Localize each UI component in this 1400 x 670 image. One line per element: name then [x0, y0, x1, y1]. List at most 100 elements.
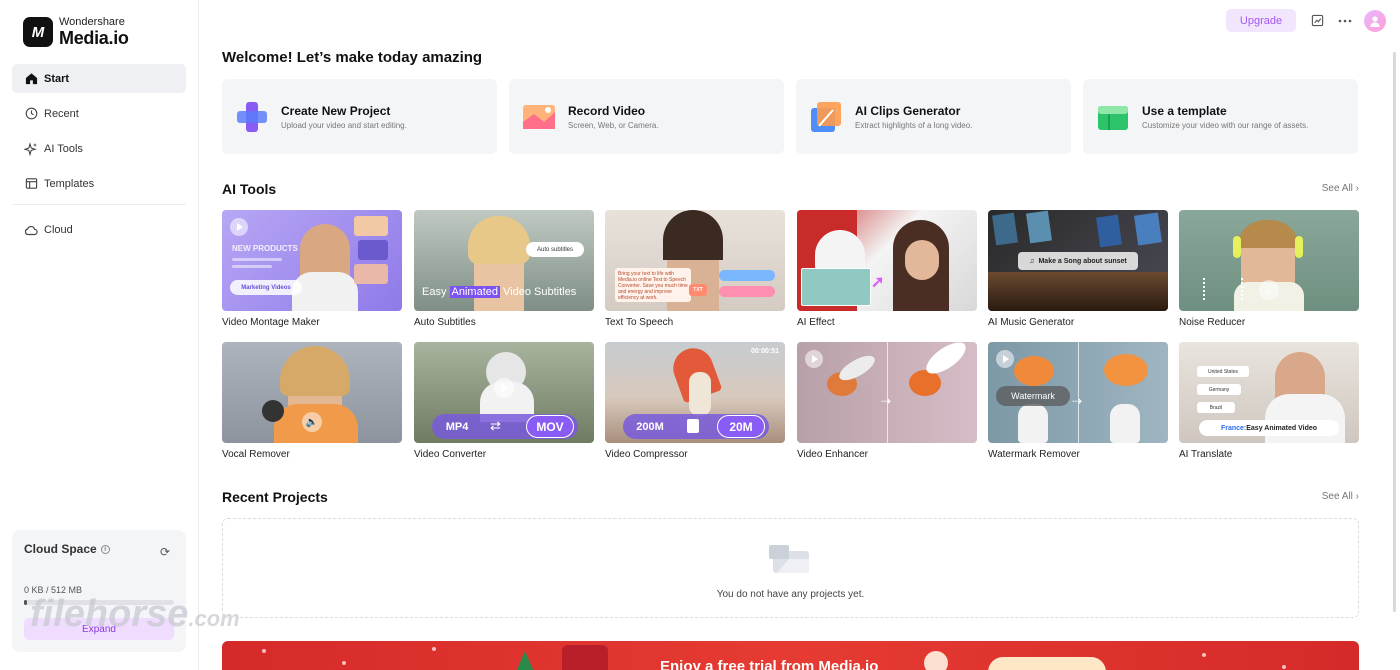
template-icon [24, 177, 38, 191]
tool-label: AI Effect [797, 317, 835, 328]
quick-action-title: Use a template [1142, 103, 1227, 118]
arrow-icon: ➚ [871, 274, 885, 291]
play-icon [996, 350, 1014, 368]
scrollbar[interactable] [1393, 52, 1396, 612]
record-video-card[interactable]: Record Video Screen, Web, or Camera. [509, 79, 784, 154]
tool-label: Video Montage Maker [222, 317, 320, 328]
quick-actions: Create New Project Upload your video and… [222, 79, 1358, 154]
empty-projects-text: You do not have any projects yet. [716, 589, 865, 600]
tool-thumbnail: ⌄ [1179, 210, 1359, 311]
tool-ai-music-generator[interactable]: ♫ Make a Song about sunset AI Music Gener… [988, 210, 1168, 328]
cloud-icon [24, 223, 38, 237]
home-icon [24, 72, 38, 86]
ai-tools-see-all-link[interactable]: See All › [1322, 183, 1359, 194]
template-icon [1096, 100, 1130, 134]
christmas-tree-icon [512, 651, 538, 670]
quick-action-title: Record Video [568, 103, 646, 118]
tool-vocal-remover[interactable]: 🔈 Vocal Remover [222, 342, 402, 460]
create-new-project-card[interactable]: Create New Project Upload your video and… [222, 79, 497, 154]
brand-bottom: Media.io [59, 28, 129, 48]
refresh-icon[interactable]: ⟳ [160, 545, 170, 559]
sidebar-item-label: Recent [44, 107, 79, 120]
cloud-space-title: Cloud Space [24, 542, 97, 556]
recent-projects-empty: You do not have any projects yet. [222, 518, 1359, 618]
tool-label: Video Enhancer [797, 449, 868, 460]
play-icon [230, 218, 248, 236]
tool-thumbnail: MP4 ⇄ MOV [414, 342, 594, 443]
tool-label: Auto Subtitles [414, 317, 476, 328]
sidebar-item-label: Cloud [44, 223, 73, 236]
tool-auto-subtitles[interactable]: Auto subtitles Easy Animated Video Subti… [414, 210, 594, 328]
tool-ai-translate[interactable]: United States Germany Brazil France: Eas… [1179, 342, 1359, 460]
sidebar-item-start[interactable]: Start [12, 64, 186, 93]
brand-logo[interactable]: M Wondershare Media.io [23, 17, 129, 47]
ai-clips-generator-card[interactable]: AI Clips Generator Extract highlights of… [796, 79, 1071, 154]
tool-thumbnail: ⇢ [797, 342, 977, 443]
tool-text-to-speech[interactable]: Bring your text to life with Media.io on… [605, 210, 785, 328]
tool-video-compressor[interactable]: 00:00:51 200M 20M Video Compressor [605, 342, 785, 460]
ai-tools-title: AI Tools [222, 181, 277, 197]
tool-label: AI Translate [1179, 449, 1233, 460]
tool-thumbnail: United States Germany Brazil France: Eas… [1179, 342, 1359, 443]
music-note-icon: ♫ [1029, 257, 1035, 265]
gift-icon [562, 645, 608, 670]
sidebar-item-ai-tools[interactable]: AI Tools [12, 134, 186, 163]
clock-icon [24, 107, 38, 121]
tool-label: Vocal Remover [222, 449, 290, 460]
sidebar-divider [12, 204, 186, 205]
tool-video-enhancer[interactable]: ⇢ Video Enhancer [797, 342, 977, 460]
sidebar-nav: Start Recent AI Tools Templates Cloud [12, 64, 186, 250]
sidebar-item-label: Templates [44, 177, 95, 190]
filehorse-watermark: filehorse.com [30, 593, 240, 635]
plus-icon [235, 100, 269, 134]
tool-ai-effect[interactable]: ➚ AI Effect [797, 210, 977, 328]
sidebar-item-label: Start [44, 72, 70, 85]
arrow-icon: ⇢ [1072, 394, 1083, 408]
tool-label: Watermark Remover [988, 449, 1080, 460]
sidebar-item-templates[interactable]: Templates [12, 169, 186, 198]
tool-thumbnail: Bring your text to life with Media.io on… [605, 210, 785, 311]
sparkle-icon [24, 141, 38, 156]
clips-icon [809, 100, 843, 134]
promo-banner[interactable]: Enjoy a free trial from Media.io [222, 641, 1359, 670]
file-icon [687, 419, 699, 433]
sidebar-item-label: AI Tools [44, 142, 83, 155]
brand-mark-icon: M [23, 17, 53, 47]
use-template-card[interactable]: Use a template Customize your video with… [1083, 79, 1358, 154]
sidebar-item-cloud[interactable]: Cloud [12, 215, 186, 244]
tool-watermark-remover[interactable]: Watermark ⇢ Watermark Remover [988, 342, 1168, 460]
tool-video-montage-maker[interactable]: NEW PRODUCTS Marketing Videos Video Mont… [222, 210, 402, 328]
recent-projects-see-all-link[interactable]: See All › [1322, 491, 1359, 502]
tool-label: Text To Speech [605, 317, 674, 328]
top-bar: Upgrade [1226, 9, 1386, 32]
promo-banner-button[interactable] [988, 657, 1106, 670]
tool-noise-reducer[interactable]: ⌄ Noise Reducer [1179, 210, 1359, 328]
sidebar: M Wondershare Media.io Start Recent AI T… [0, 0, 240, 670]
tool-label: Video Compressor [605, 449, 688, 460]
quick-action-subtitle: Upload your video and start editing. [281, 120, 407, 130]
quick-action-subtitle: Extract highlights of a long video. [855, 120, 973, 130]
sidebar-item-recent[interactable]: Recent [12, 99, 186, 128]
tool-thumbnail: 00:00:51 200M 20M [605, 342, 785, 443]
quick-action-title: Create New Project [281, 103, 391, 118]
user-avatar[interactable] [1364, 9, 1386, 32]
tool-label: Video Converter [414, 449, 487, 460]
tool-label: AI Music Generator [988, 317, 1075, 328]
tool-thumbnail: Watermark ⇢ [988, 342, 1168, 443]
info-icon[interactable]: i [100, 544, 110, 554]
play-icon [494, 378, 514, 398]
swap-icon: ⇄ [490, 418, 501, 433]
play-icon [805, 350, 823, 368]
promo-banner-text: Enjoy a free trial from Media.io [660, 658, 879, 670]
mute-icon: 🔈 [302, 412, 322, 432]
recent-projects-title: Recent Projects [222, 489, 328, 505]
empty-folder-icon [769, 543, 813, 575]
upgrade-button[interactable]: Upgrade [1226, 9, 1296, 32]
chart-icon[interactable] [1308, 12, 1326, 30]
brand-top: Wondershare [59, 16, 125, 28]
quick-action-title: AI Clips Generator [855, 103, 961, 118]
tool-thumbnail: ♫ Make a Song about sunset [988, 210, 1168, 311]
more-icon[interactable] [1336, 12, 1354, 30]
welcome-heading: Welcome! Let’s make today amazing [222, 49, 483, 66]
tool-video-converter[interactable]: MP4 ⇄ MOV Video Converter [414, 342, 594, 460]
